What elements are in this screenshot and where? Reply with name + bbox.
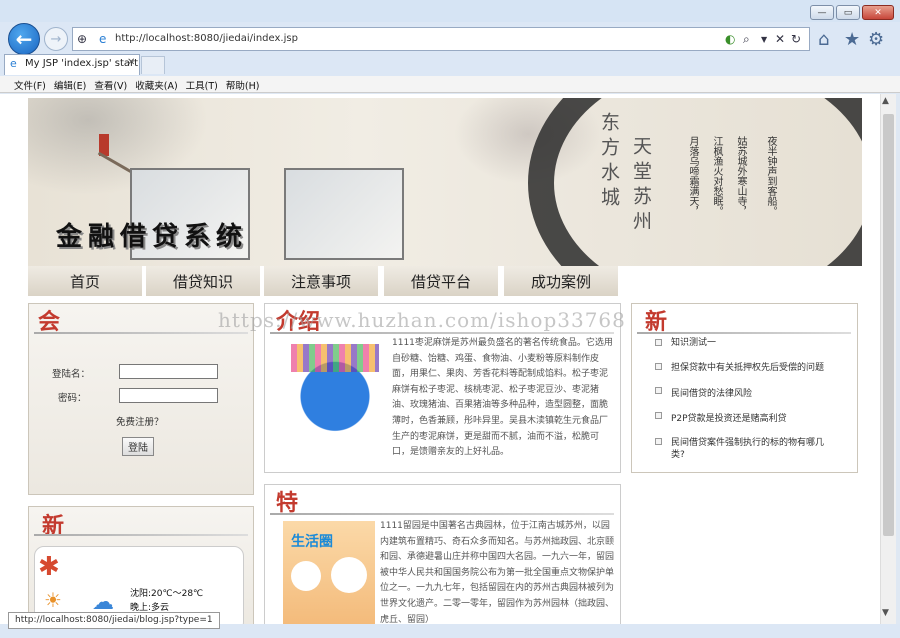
scroll-up-icon[interactable]: ▲ xyxy=(882,96,889,106)
register-link[interactable]: 免费注册？ xyxy=(116,414,164,428)
news-bullet-icon xyxy=(655,438,662,445)
nav-home[interactable]: 首页 xyxy=(28,266,144,296)
sun-icon: ☀ xyxy=(44,588,62,612)
nav-notes[interactable]: 注意事项 xyxy=(264,266,380,296)
article2-text-box: 1111留园是中国著名古典园林，位于江南古城苏州，以园内建筑布置精巧、奇石众多而… xyxy=(270,519,614,635)
banner-title-left: 东方水城 xyxy=(598,112,620,212)
nav-loan-platform[interactable]: 借贷平台 xyxy=(384,266,500,296)
settings-gear-icon[interactable]: ⚙ xyxy=(868,29,884,50)
nav-success-cases[interactable]: 成功案例 xyxy=(504,266,620,296)
news-bullet-icon xyxy=(655,412,662,419)
news-item-5[interactable]: 民间借贷案件强制执行的标的物有哪几类? xyxy=(671,437,831,461)
active-tab[interactable]: e My JSP 'index.jsp' startin... ✕ xyxy=(4,54,140,75)
weather-divider xyxy=(34,534,248,536)
article2-divider xyxy=(270,513,614,515)
scrollbar-thumb[interactable] xyxy=(883,114,894,536)
home-icon[interactable]: ⌂ xyxy=(818,29,829,50)
status-url-tooltip: http://localhost:8080/jiedai/blog.jsp?ty… xyxy=(8,612,220,629)
weather-temperature: 沈阳:20℃～28℃ xyxy=(130,589,204,599)
news-bullet-icon xyxy=(655,339,662,346)
poem-line-1: 夜半钟声到客船。 xyxy=(765,136,776,216)
ie-page-icon: e xyxy=(99,32,107,46)
minimize-button[interactable]: — xyxy=(810,5,834,20)
forward-arrow-icon[interactable]: → xyxy=(44,27,68,51)
back-arrow-icon[interactable]: ← xyxy=(8,23,40,55)
menu-edit[interactable]: 编辑(E) xyxy=(52,76,92,92)
article1-text-box: 1111枣泥麻饼是苏州最负盛名的著名传统食品。它选用自砂糖、饴糖、鸡蛋、食物油、… xyxy=(270,336,614,468)
scroll-down-icon[interactable]: ▼ xyxy=(882,608,889,618)
tab-title: My JSP 'index.jsp' startin... xyxy=(25,58,139,69)
tab-close-icon[interactable]: ✕ xyxy=(127,57,135,68)
search-icon[interactable]: ⌕ xyxy=(743,32,750,47)
menu-favorites[interactable]: 收藏夹(A) xyxy=(133,76,183,92)
maximize-button[interactable]: ▭ xyxy=(836,5,860,20)
close-button[interactable]: ✕ xyxy=(862,5,894,20)
poem-line-3: 江枫渔火对愁眠。 xyxy=(711,136,722,216)
article2-text: 1111留园是中国著名古典园林，位于江南古城苏州，以园内建筑布置精巧、奇石众多而… xyxy=(380,521,614,625)
news-item-1[interactable]: 知识测试一 xyxy=(671,337,846,349)
article1-divider xyxy=(270,332,614,334)
compatibility-icon[interactable]: ◐ xyxy=(725,32,735,46)
watermark-text: https://www.huzhan.com/ishop33768 xyxy=(218,308,626,332)
news-bullet-icon xyxy=(655,363,662,370)
poem-line-4: 月落乌啼霜满天， xyxy=(687,136,698,216)
favorites-star-icon[interactable]: ★ xyxy=(844,29,860,50)
article1-text: 1111枣泥麻饼是苏州最负盛名的著名传统食品。它选用自砂糖、饴糖、鸡蛋、食物油、… xyxy=(392,338,613,458)
username-label: 登陆名： xyxy=(52,369,91,380)
article1-float xyxy=(270,336,392,462)
password-label: 密码： xyxy=(58,393,87,404)
dropdown-icon[interactable]: ▼ xyxy=(761,35,767,44)
address-bar[interactable]: ⊕ e http://localhost:8080/jiedai/index.j… xyxy=(72,27,810,51)
poem-line-2: 姑苏城外寒山寺， xyxy=(735,136,746,216)
window-controls: — ▭ ✕ xyxy=(810,5,894,20)
add-favorite-icon[interactable]: ⊕ xyxy=(77,32,87,46)
menu-bar: 文件(F) 编辑(E) 查看(V) 收藏夹(A) 工具(T) 帮助(H) xyxy=(0,76,900,93)
site-logo: 金融借贷系统 xyxy=(56,222,249,252)
login-divider xyxy=(34,332,248,334)
ie-tab-icon: e xyxy=(10,57,17,70)
new-tab-button[interactable] xyxy=(141,56,165,74)
stop-icon[interactable]: ✕ xyxy=(775,32,785,46)
address-url[interactable]: http://localhost:8080/jiedai/index.jsp xyxy=(115,33,298,44)
username-input[interactable] xyxy=(119,364,218,379)
banner-title-right: 天堂苏州 xyxy=(630,136,652,236)
scenery-frame-2 xyxy=(284,168,404,260)
password-input[interactable] xyxy=(119,388,218,403)
news-item-2[interactable]: 担保贷款中有关抵押权先后受偿的问题 xyxy=(671,362,831,374)
refresh-icon[interactable]: ↻ xyxy=(791,32,801,46)
article2-float xyxy=(270,519,380,633)
window-titlebar xyxy=(0,0,900,22)
news-item-4[interactable]: P2P贷款是投资还是赌高利贷 xyxy=(671,413,846,425)
menu-tools[interactable]: 工具(T) xyxy=(184,76,224,92)
menu-file[interactable]: 文件(F) xyxy=(12,76,52,92)
news-bullet-icon xyxy=(655,387,662,394)
maple-leaf-icon: ✱ xyxy=(38,552,60,582)
menu-view[interactable]: 查看(V) xyxy=(92,76,133,92)
nav-loan-knowledge[interactable]: 借贷知识 xyxy=(146,266,262,296)
menu-help[interactable]: 帮助(H) xyxy=(224,76,266,92)
news-item-3[interactable]: 民间借贷的法律风险 xyxy=(671,388,846,400)
news-divider xyxy=(637,332,851,334)
login-button[interactable]: 登陆 xyxy=(122,437,154,456)
